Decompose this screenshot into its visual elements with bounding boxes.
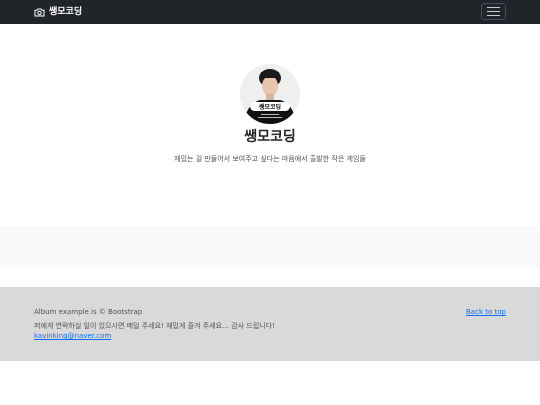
footer-email-link[interactable]: kavinking@naver.com xyxy=(34,331,111,341)
page-footer: Album example is © Bootstrap Back to top… xyxy=(0,287,540,361)
profile-avatar: 쌩모코딩 xyxy=(240,64,300,124)
footer-note: 저에게 연락하실 일이 있으시면 메일 주세요! 재밌게 즐겨 주세요… 감사 … xyxy=(34,322,275,330)
avatar-caption: 쌩모코딩 xyxy=(259,103,281,111)
footer-copyright: Album example is © Bootstrap xyxy=(34,308,143,316)
top-navbar: 쌩모코딩 xyxy=(0,0,540,24)
navbar-toggler-button[interactable] xyxy=(481,3,506,20)
profile-photo: 쌩모코딩 xyxy=(240,64,300,124)
hero-section: 쌩모코딩 쌩모코딩 재밌는 걸 만들어서 보여주고 싶다는 마음에서 출발한 작… xyxy=(0,24,540,226)
album-section xyxy=(0,226,540,267)
hamburger-icon xyxy=(487,7,500,16)
navbar-brand[interactable]: 쌩모코딩 xyxy=(34,5,82,19)
page-description: 재밌는 걸 만들어서 보여주고 싶다는 마음에서 출발한 작은 게임들 xyxy=(174,155,366,163)
camera-icon xyxy=(34,8,45,16)
back-to-top-link[interactable]: Back to top xyxy=(466,307,506,317)
brand-label: 쌩모코딩 xyxy=(49,7,83,17)
page-title: 쌩모코딩 xyxy=(244,129,296,145)
